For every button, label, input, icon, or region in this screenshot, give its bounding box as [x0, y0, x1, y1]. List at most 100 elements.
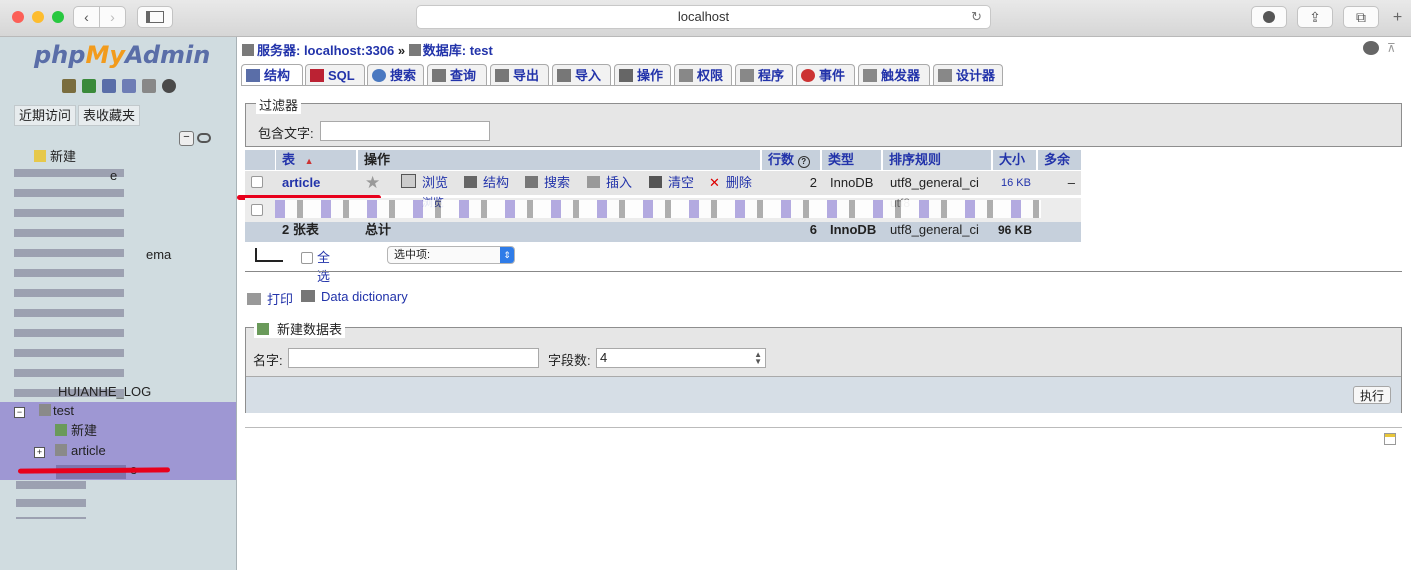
- tab-export[interactable]: 导出: [490, 64, 549, 86]
- summary-collation: utf8_general_ci: [890, 222, 979, 237]
- tree-label: HUIANHE_LOG: [58, 384, 152, 399]
- print-link[interactable]: 打印: [247, 289, 293, 308]
- tree-item-new-table[interactable]: 新建: [55, 422, 97, 440]
- tab-events[interactable]: 事件: [796, 64, 855, 86]
- zoom-window-button[interactable]: [52, 11, 64, 23]
- collapse-icon[interactable]: −: [14, 407, 25, 418]
- search-action[interactable]: 搜索: [525, 171, 570, 195]
- new-tab-button[interactable]: +: [1384, 6, 1411, 30]
- breadcrumb-server[interactable]: 服务器: localhost:3306: [257, 43, 394, 58]
- forward-button[interactable]: ›: [99, 6, 126, 28]
- tab-privileges[interactable]: 权限: [674, 64, 732, 86]
- sql-icon[interactable]: [82, 79, 96, 93]
- header-size[interactable]: 大小: [993, 150, 1036, 170]
- browse-icon: [401, 174, 416, 188]
- server-icon: [242, 44, 254, 56]
- close-window-button[interactable]: [12, 11, 24, 23]
- row-checkbox[interactable]: [251, 204, 263, 216]
- tab-sql[interactable]: SQL: [305, 64, 365, 86]
- redaction-blur: [275, 200, 1041, 218]
- favorite-star-icon[interactable]: ★: [365, 171, 383, 195]
- phpmyadmin-logo[interactable]: phpMyAdmin: [34, 41, 210, 69]
- settings-gear-icon[interactable]: [1363, 41, 1379, 55]
- refresh-icon[interactable]: [162, 79, 176, 93]
- insert-action[interactable]: 插入: [587, 171, 632, 195]
- check-all-checkbox[interactable]: [301, 252, 313, 264]
- share-button[interactable]: ⇪: [1297, 6, 1333, 28]
- gear-icon[interactable]: [142, 79, 156, 93]
- empty-action[interactable]: 清空: [649, 171, 694, 195]
- stepper-arrows-icon[interactable]: ▲ ▼: [754, 351, 762, 366]
- tab-search[interactable]: 搜索: [367, 64, 424, 86]
- new-db-icon: [34, 150, 46, 162]
- new-table-icon: [257, 323, 269, 335]
- filter-fieldset: 过滤器 包含文字:: [245, 95, 1402, 147]
- table-name-link[interactable]: article: [282, 171, 320, 195]
- tab-triggers[interactable]: 触发器: [858, 64, 930, 86]
- recent-tables-button[interactable]: 近期访问: [14, 105, 77, 126]
- filter-legend: 过滤器: [256, 95, 302, 114]
- summary-engine: InnoDB: [830, 222, 877, 237]
- back-button[interactable]: ‹: [73, 6, 100, 28]
- help-icon[interactable]: ?: [797, 156, 810, 168]
- tab-label: SQL: [328, 68, 355, 83]
- docs-icon[interactable]: [122, 79, 136, 93]
- breadcrumb-database[interactable]: 数据库: test: [423, 43, 493, 58]
- link-icon[interactable]: [197, 133, 211, 143]
- tree-item-db[interactable]: e: [110, 167, 117, 185]
- structure-action[interactable]: 结构: [464, 171, 509, 195]
- header-type[interactable]: 类型: [822, 150, 881, 170]
- tree-item-test[interactable]: − test: [14, 402, 74, 420]
- header-overhead[interactable]: 多余: [1038, 150, 1081, 170]
- header-table[interactable]: 表 ▲: [276, 150, 356, 170]
- tree-item-article[interactable]: + article: [34, 442, 106, 460]
- minimize-window-button[interactable]: [32, 11, 44, 23]
- delete-x-icon: ✕: [709, 175, 720, 190]
- link-label: Data dictionary: [321, 289, 408, 304]
- query-icon: [432, 69, 446, 82]
- header-collation[interactable]: 排序规则: [883, 150, 991, 170]
- header-rows[interactable]: 行数 ?: [762, 150, 820, 170]
- new-table-icon: [55, 424, 67, 436]
- help-icon[interactable]: [102, 79, 116, 93]
- tree-item-db-blog[interactable]: HUIANHE_LOG: [58, 383, 151, 401]
- tab-label: 搜索: [390, 68, 417, 83]
- dictionary-icon: [301, 290, 315, 302]
- collapse-top-icon[interactable]: ⊼: [1387, 41, 1396, 55]
- tree-label: e: [110, 168, 118, 183]
- tab-designer[interactable]: 设计器: [933, 64, 1003, 86]
- filter-input[interactable]: [320, 121, 490, 141]
- with-selected-dropdown[interactable]: 选中项: ⇕: [387, 246, 515, 264]
- tab-operations[interactable]: 操作: [614, 64, 671, 86]
- data-dictionary-link[interactable]: Data dictionary: [301, 289, 408, 304]
- go-button[interactable]: 执行: [1353, 386, 1391, 404]
- tab-import[interactable]: 导入: [552, 64, 611, 86]
- table-size[interactable]: 16 KB: [1001, 171, 1031, 195]
- create-table-legend: 新建数据表: [254, 319, 346, 338]
- downloads-button[interactable]: [1251, 6, 1287, 28]
- tabs-overview-button[interactable]: ⧉: [1343, 6, 1379, 28]
- tab-routines[interactable]: 程序: [735, 64, 793, 86]
- tree-item-db-schema[interactable]: ema: [146, 246, 171, 264]
- check-all-label[interactable]: 全选: [317, 247, 330, 285]
- search-icon: [372, 69, 386, 82]
- table-name-input[interactable]: [288, 348, 539, 368]
- tree-item-new[interactable]: 新建: [34, 148, 76, 166]
- chevron-left-icon: ‹: [84, 9, 89, 25]
- sidebar-toggle-button[interactable]: [137, 6, 173, 28]
- tree-label: article: [71, 443, 106, 458]
- address-bar[interactable]: localhost ↻: [416, 5, 991, 29]
- expand-icon[interactable]: +: [34, 447, 45, 458]
- columns-stepper[interactable]: 4 ▲ ▼: [596, 348, 766, 368]
- columns-label: 字段数:: [548, 353, 591, 368]
- reload-icon[interactable]: ↻: [971, 6, 982, 28]
- drop-action[interactable]: ✕ 删除: [709, 171, 752, 195]
- row-checkbox[interactable]: [251, 176, 263, 188]
- home-icon[interactable]: [62, 79, 76, 93]
- filter-label: 包含文字:: [258, 126, 314, 141]
- favorite-tables-button[interactable]: 表收藏夹: [78, 105, 141, 126]
- tab-structure[interactable]: 结构: [241, 64, 303, 86]
- tab-query[interactable]: 查询: [427, 64, 487, 86]
- console-toggle-icon[interactable]: [1384, 433, 1396, 445]
- collapse-all-icon[interactable]: −: [179, 131, 194, 146]
